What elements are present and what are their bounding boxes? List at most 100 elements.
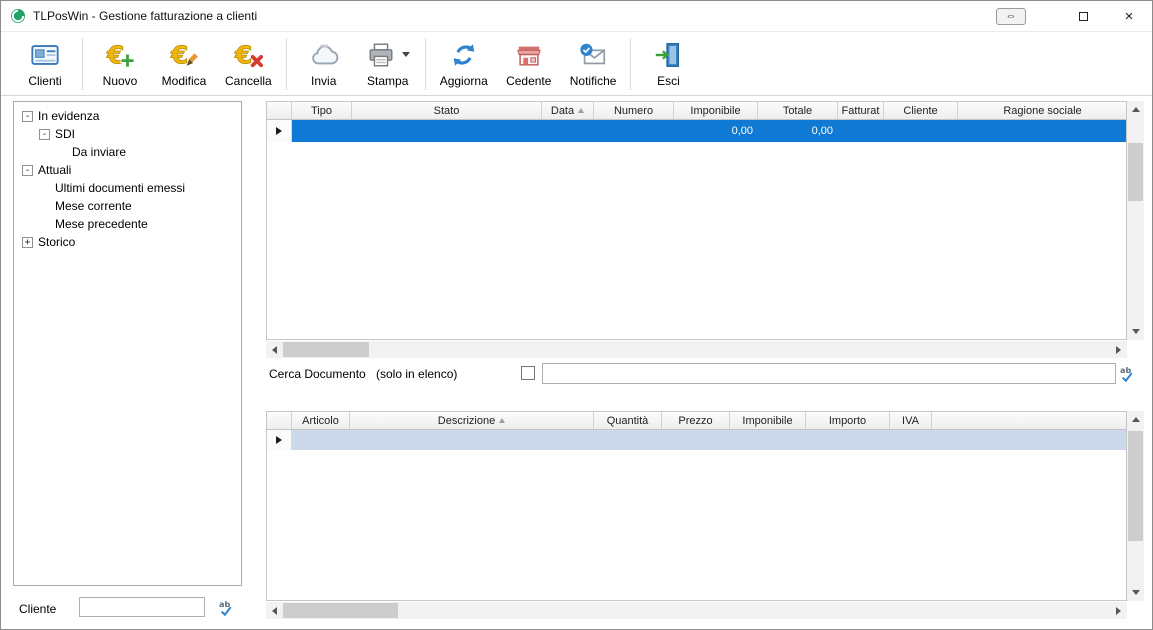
- cancella-button[interactable]: €Cancella: [216, 35, 281, 93]
- cell-articolo: [292, 430, 350, 450]
- scrollbar-thumb[interactable]: [283, 342, 369, 357]
- cell-quantit: [594, 430, 662, 450]
- scroll-left-button[interactable]: [266, 602, 283, 619]
- maximize-button[interactable]: [1060, 2, 1106, 31]
- tree-item-sdi[interactable]: -SDI: [14, 125, 241, 143]
- clienti-label: Clienti: [28, 74, 61, 88]
- nuovo-button[interactable]: €Nuovo: [88, 35, 152, 93]
- column-header-iva[interactable]: IVA: [890, 412, 932, 429]
- collapse-minus-icon[interactable]: -: [22, 111, 33, 122]
- column-header-imponibile[interactable]: Imponibile: [674, 102, 758, 119]
- items-empty-row[interactable]: [267, 430, 1126, 450]
- clienti-button[interactable]: Clienti: [13, 35, 77, 93]
- column-header-ragione-sociale[interactable]: Ragione sociale: [958, 102, 1127, 119]
- tree-item-in-evidenza[interactable]: -In evidenza: [14, 107, 241, 125]
- abc-check-icon: ab: [218, 599, 238, 617]
- toolbar-separator: [425, 38, 426, 90]
- stampa-dropdown-caret[interactable]: [402, 52, 410, 57]
- cancella-label: Cancella: [225, 74, 272, 88]
- cedente-button[interactable]: Cedente: [497, 35, 561, 93]
- column-header-blank[interactable]: [267, 412, 292, 429]
- search-spellcheck-button[interactable]: ab: [1118, 363, 1140, 384]
- scrollbar-track[interactable]: [283, 341, 1110, 358]
- tree-item-attuali[interactable]: -Attuali: [14, 161, 241, 179]
- tree-item-storico[interactable]: +Storico: [14, 233, 241, 251]
- column-header-importo[interactable]: Importo: [806, 412, 890, 429]
- selected-document-row[interactable]: 0,000,00: [267, 120, 1126, 142]
- search-checkbox[interactable]: [521, 366, 535, 380]
- cedente-icon-area: [514, 39, 544, 71]
- row-indicator-cell: [267, 430, 292, 450]
- cell-data: [542, 120, 594, 142]
- collapse-minus-icon[interactable]: -: [39, 129, 50, 140]
- scrollbar-thumb[interactable]: [1128, 431, 1143, 541]
- collapse-minus-icon[interactable]: -: [22, 165, 33, 176]
- svg-text:ab: ab: [1120, 365, 1131, 375]
- column-header-prezzo[interactable]: Prezzo: [662, 412, 730, 429]
- window-switch-button[interactable]: ⇔: [996, 8, 1026, 25]
- cedente-label: Cedente: [506, 74, 551, 88]
- close-button[interactable]: ×: [1106, 2, 1152, 31]
- aggiorna-icon-area: [449, 39, 479, 71]
- column-header-label: Tipo: [311, 105, 332, 117]
- column-header-cliente[interactable]: Cliente: [884, 102, 958, 119]
- search-input[interactable]: [542, 363, 1116, 384]
- cell-descrizione: [350, 430, 594, 450]
- column-header-blank[interactable]: [267, 102, 292, 119]
- column-header-totale[interactable]: Totale: [758, 102, 838, 119]
- scroll-right-button[interactable]: [1110, 602, 1127, 619]
- tree-item-mese-corrente[interactable]: Mese corrente: [14, 197, 241, 215]
- arrow-down-icon: [1132, 590, 1140, 595]
- notifiche-button[interactable]: Notifiche: [561, 35, 626, 93]
- scroll-down-button[interactable]: [1127, 584, 1144, 601]
- euro-plus-icon: €: [105, 40, 135, 70]
- column-header-label: Cliente: [903, 105, 937, 117]
- scroll-up-button[interactable]: [1127, 101, 1144, 118]
- column-header-descrizione[interactable]: Descrizione: [350, 412, 594, 429]
- scroll-up-button[interactable]: [1127, 411, 1144, 428]
- esci-icon-area: [653, 39, 683, 71]
- scroll-right-button[interactable]: [1110, 341, 1127, 358]
- titlebar: TLPosWin - Gestione fatturazione a clien…: [1, 1, 1152, 31]
- column-header-data[interactable]: Data: [542, 102, 594, 119]
- tree-item-label: SDI: [55, 127, 75, 141]
- stampa-label: Stampa: [367, 74, 408, 88]
- invia-button[interactable]: Invia: [292, 35, 356, 93]
- column-header-fatturat[interactable]: Fatturat: [838, 102, 884, 119]
- items-horizontal-scrollbar[interactable]: [266, 602, 1127, 619]
- column-header-blank[interactable]: [932, 412, 1127, 429]
- column-header-stato[interactable]: Stato: [352, 102, 542, 119]
- items-vertical-scrollbar[interactable]: [1127, 411, 1144, 601]
- scrollbar-thumb[interactable]: [283, 603, 398, 618]
- tree-item-da-inviare[interactable]: Da inviare: [14, 143, 241, 161]
- scroll-down-button[interactable]: [1127, 323, 1144, 340]
- arrow-up-icon: [1132, 417, 1140, 422]
- arrow-left-icon: [272, 607, 277, 615]
- column-header-imponibile[interactable]: Imponibile: [730, 412, 806, 429]
- documents-vertical-scrollbar[interactable]: [1127, 101, 1144, 340]
- items-grid-body: [267, 430, 1126, 450]
- scrollbar-thumb[interactable]: [1128, 143, 1143, 201]
- clienti-icon-area: [30, 39, 60, 71]
- window-title: TLPosWin - Gestione fatturazione a clien…: [33, 9, 257, 23]
- column-header-numero[interactable]: Numero: [594, 102, 674, 119]
- cliente-input[interactable]: [79, 597, 205, 617]
- column-header-quantit[interactable]: Quantità: [594, 412, 662, 429]
- tree-item-label: Mese corrente: [55, 199, 132, 213]
- cloud-send-icon: [309, 40, 339, 70]
- tree-item-mese-precedente[interactable]: Mese precedente: [14, 215, 241, 233]
- column-header-tipo[interactable]: Tipo: [292, 102, 352, 119]
- tree-item-ultimi-documenti-emessi[interactable]: Ultimi documenti emessi: [14, 179, 241, 197]
- stampa-button[interactable]: Stampa: [356, 35, 420, 93]
- expand-plus-icon[interactable]: +: [22, 237, 33, 248]
- scrollbar-track[interactable]: [283, 602, 1110, 619]
- column-header-articolo[interactable]: Articolo: [292, 412, 350, 429]
- modifica-button[interactable]: €Modifica: [152, 35, 216, 93]
- documents-horizontal-scrollbar[interactable]: [266, 341, 1127, 358]
- aggiorna-button[interactable]: Aggiorna: [431, 35, 497, 93]
- scroll-left-button[interactable]: [266, 341, 283, 358]
- refresh-icon: [449, 40, 479, 70]
- cliente-spellcheck-button[interactable]: ab: [217, 597, 239, 618]
- esci-button[interactable]: Esci: [636, 35, 700, 93]
- cell-iva: [890, 430, 932, 450]
